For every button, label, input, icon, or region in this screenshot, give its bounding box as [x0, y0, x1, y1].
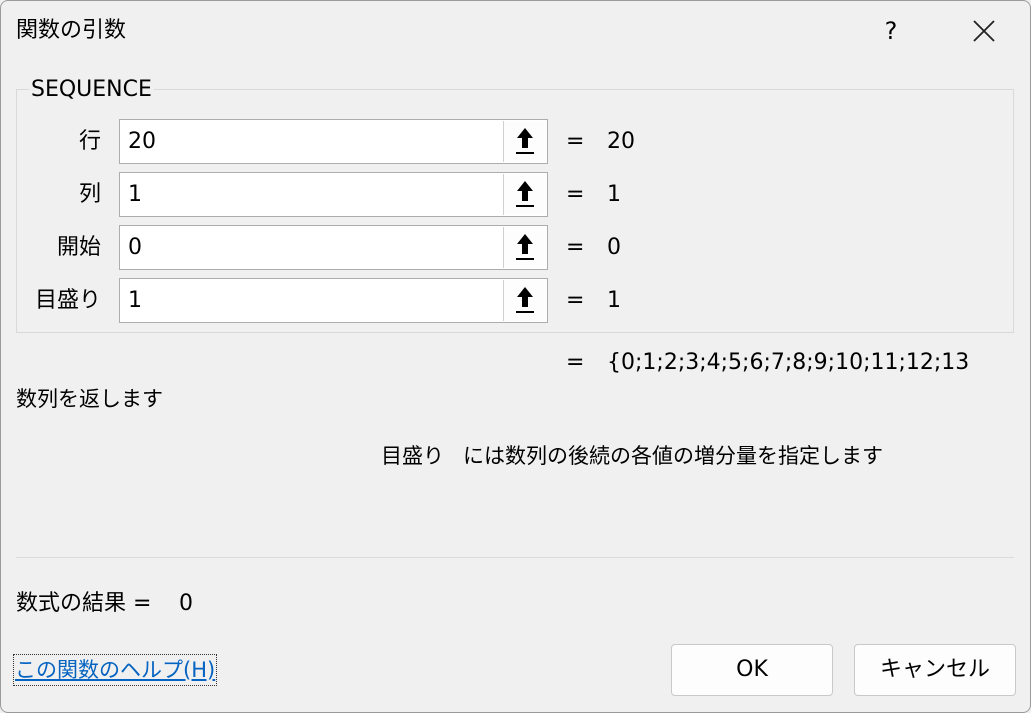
collapse-button-start[interactable]	[503, 227, 546, 268]
active-argument-description: には数列の後続の各値の増分量を指定します	[463, 444, 883, 468]
arg-value-rows: 20	[128, 129, 156, 154]
arg-label-start: 開始	[56, 235, 101, 260]
equals-sign: =	[566, 235, 585, 260]
function-name: SEQUENCE	[29, 76, 154, 104]
collapse-button-rows[interactable]	[503, 121, 546, 162]
formula-result-value: 0	[179, 591, 193, 616]
arg-input-start[interactable]: 0	[119, 225, 548, 270]
equals-sign: =	[566, 129, 585, 154]
overall-result-preview: {0;1;2;3;4;5;6;7;8;9;10;11;12;13	[607, 350, 970, 375]
collapse-button-columns[interactable]	[503, 174, 546, 215]
close-icon	[973, 20, 995, 42]
arg-value-start: 0	[128, 235, 142, 260]
collapse-dialog-arrow-icon	[516, 128, 534, 154]
arg-label-step: 目盛り	[34, 288, 101, 313]
collapse-button-step[interactable]	[503, 280, 546, 321]
collapse-dialog-arrow-icon	[516, 234, 534, 260]
collapse-dialog-arrow-icon	[516, 181, 534, 207]
function-help-link[interactable]: この関数のヘルプ(H)	[12, 654, 218, 686]
dialog-title: 関数の引数	[16, 18, 127, 43]
arg-result-columns: 1	[607, 182, 621, 207]
formula-result-label: 数式の結果 =	[16, 591, 152, 616]
collapse-dialog-arrow-icon	[516, 287, 534, 313]
arg-result-rows: 20	[607, 129, 635, 154]
arg-input-columns[interactable]: 1	[119, 172, 548, 217]
ok-button[interactable]: OK	[671, 644, 833, 696]
help-button[interactable]: ?	[863, 11, 919, 51]
cancel-button[interactable]: キャンセル	[854, 644, 1016, 696]
close-button[interactable]	[956, 11, 1012, 51]
arg-label-columns: 列	[78, 182, 101, 207]
equals-sign: =	[566, 182, 585, 207]
arg-value-step: 1	[128, 288, 142, 313]
divider	[16, 557, 1014, 558]
equals-sign: =	[566, 288, 585, 313]
arg-value-columns: 1	[128, 182, 142, 207]
arg-input-rows[interactable]: 20	[119, 119, 548, 164]
arg-label-rows: 行	[78, 129, 101, 154]
arg-result-step: 1	[607, 288, 621, 313]
overall-equals-sign: =	[566, 350, 585, 375]
title-bar: 関数の引数 ?	[1, 1, 1030, 61]
function-arguments-dialog: 関数の引数 ? SEQUENCE 行 20 = 20 列 1 = 1 開始 0 …	[0, 0, 1031, 713]
function-description: 数列を返します	[16, 387, 163, 411]
active-argument-name: 目盛り	[381, 444, 444, 468]
arg-input-step[interactable]: 1	[119, 278, 548, 323]
arg-result-start: 0	[607, 235, 621, 260]
